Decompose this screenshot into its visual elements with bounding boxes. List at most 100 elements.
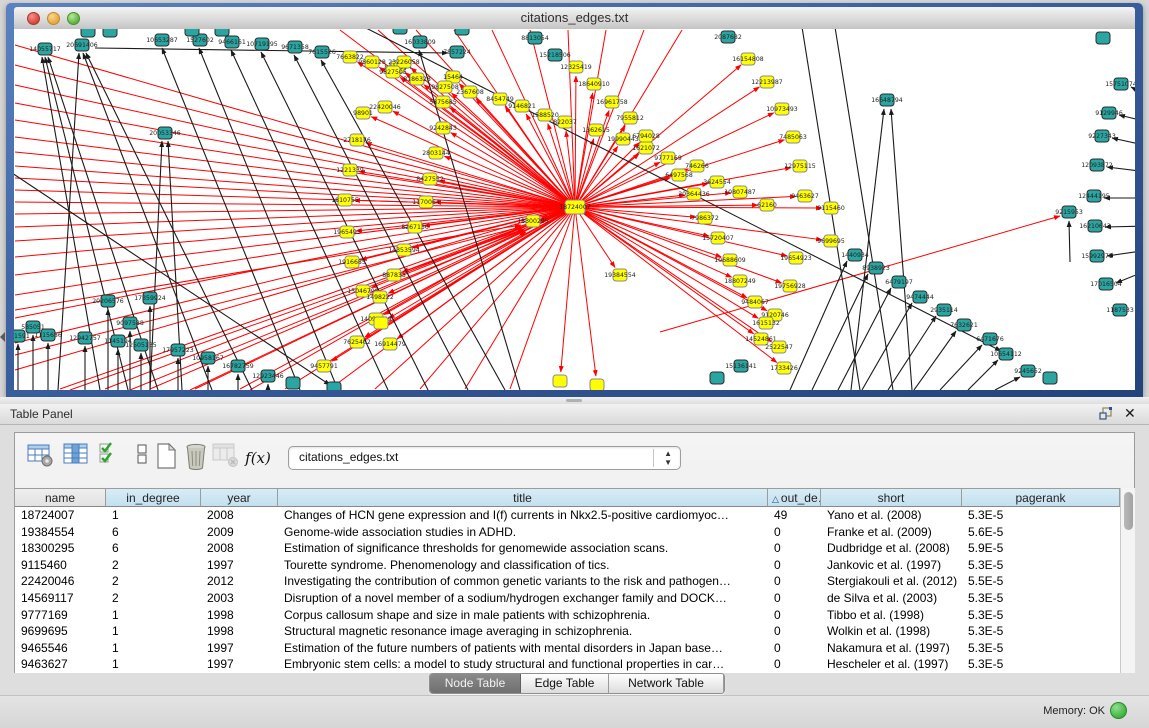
graph-node[interactable]: 17957223 (162, 344, 194, 356)
cell-pagerank[interactable]: 5.3E-5 (962, 590, 1120, 607)
table-row[interactable]: 1830029562008Estimation of significance … (15, 540, 1120, 557)
graph-node[interactable]: 10653287 (146, 34, 178, 46)
graph-node[interactable]: 10654112 (990, 348, 1022, 360)
cell-outde[interactable]: 0 (768, 623, 821, 640)
cell-pagerank[interactable]: 5.3E-5 (962, 607, 1120, 624)
graph-node[interactable]: 15218506 (539, 49, 571, 61)
graph-node-selected[interactable]: 12325419 (560, 61, 592, 73)
cell-outde[interactable]: 0 (768, 656, 821, 673)
cell-outde[interactable]: 0 (768, 557, 821, 574)
delete-column-icon-disabled[interactable] (211, 441, 241, 475)
close-panel-icon[interactable]: ✕ (1124, 405, 1136, 422)
new-table-icon[interactable] (151, 441, 181, 475)
cell-indegree[interactable]: 2 (106, 590, 201, 607)
cell-year[interactable]: 1998 (201, 607, 278, 624)
graph-node[interactable]: 9245652 (1014, 365, 1042, 377)
show-column-icon[interactable] (61, 441, 91, 475)
graph-node-selected[interactable]: 98901 (353, 107, 373, 119)
cell-title[interactable]: Corpus callosum shape and size in male p… (278, 607, 768, 624)
close-window-icon[interactable] (27, 12, 40, 25)
column-header-outde[interactable]: △out_de… (768, 488, 821, 507)
cell-short[interactable]: Hescheler et al. (1997) (821, 656, 962, 673)
cell-short[interactable]: Stergiakouli et al. (2012) (821, 573, 962, 590)
tab-edge-table[interactable]: Edge Table (521, 674, 609, 693)
cell-outde[interactable]: 0 (768, 524, 821, 541)
graph-node[interactable]: 16210643 (1079, 220, 1111, 232)
graph-node-selected[interactable]: 2367608 (456, 86, 484, 98)
cell-year[interactable]: 2008 (201, 507, 278, 524)
select-rows-icon[interactable] (95, 441, 125, 475)
graph-node[interactable] (185, 29, 199, 36)
graph-node-selected[interactable]: 8267130 (401, 221, 429, 233)
graph-node[interactable]: 1440934 (841, 249, 869, 261)
cell-year[interactable]: 1998 (201, 623, 278, 640)
graph-node-selected[interactable]: 22420046 (369, 101, 401, 113)
cell-year[interactable]: 2003 (201, 590, 278, 607)
column-header-short[interactable]: short (821, 488, 962, 507)
cell-pagerank[interactable]: 5.9E-5 (962, 540, 1120, 557)
graph-node-selected[interactable]: 16961758 (596, 96, 628, 108)
vertical-scrollbar[interactable] (1120, 488, 1135, 673)
cell-short[interactable]: Nakamura et al. (1997) (821, 640, 962, 657)
graph-node[interactable]: 8813054 (521, 32, 549, 44)
table-row[interactable]: 1938455462009Genome-wide association stu… (15, 524, 1120, 541)
table-row[interactable]: 2242004622012Investigating the contribut… (15, 573, 1120, 590)
graph-node-selected[interactable] (374, 317, 388, 329)
network-canvas[interactable]: 1872400718300295193845547663822986012889… (14, 29, 1135, 390)
cell-indegree[interactable]: 1 (106, 656, 201, 673)
graph-node[interactable]: 9097588 (116, 317, 144, 329)
column-header-indegree[interactable]: in_degree (106, 488, 201, 507)
cell-outde[interactable]: 0 (768, 607, 821, 624)
cell-outde[interactable]: 49 (768, 507, 821, 524)
table-row[interactable]: 946362711997Embryonic stem cells: a mode… (15, 656, 1120, 673)
cell-outde[interactable]: 0 (768, 590, 821, 607)
graph-node-selected[interactable] (590, 379, 604, 390)
graph-node[interactable]: 14055717 (29, 43, 61, 55)
graph-node-selected[interactable]: 10807487 (724, 186, 756, 198)
graph-node-selected[interactable]: 2718176 (343, 134, 371, 146)
graph-node[interactable]: 9227343 (1088, 130, 1116, 142)
west-panel-collapse-icon[interactable] (0, 332, 5, 342)
graph-node[interactable] (81, 29, 95, 37)
graph-node[interactable]: 15992971 (1081, 250, 1113, 262)
cell-name[interactable]: 22420046 (15, 573, 106, 590)
graph-node[interactable] (327, 382, 341, 390)
tab-network-table[interactable]: Network Table (609, 674, 724, 693)
float-window-icon[interactable] (1099, 407, 1113, 420)
graph-node[interactable]: 7615526 (308, 46, 336, 58)
graph-node[interactable]: 6471676 (976, 333, 1004, 345)
cell-year[interactable]: 2012 (201, 573, 278, 590)
graph-node[interactable]: 12444195 (1078, 190, 1110, 202)
cell-short[interactable]: Dudbridge et al. (2008) (821, 540, 962, 557)
table-row[interactable]: 1872400712008Changes of HCN gene express… (15, 507, 1120, 524)
graph-node[interactable]: 12093872 (1081, 159, 1113, 171)
graph-node[interactable]: 16648794 (871, 94, 903, 106)
citation-network-graph[interactable]: 1872400718300295193845547663822986012889… (14, 29, 1135, 390)
divider-handle-icon[interactable] (566, 399, 582, 402)
graph-node-selected[interactable]: 7986372 (691, 212, 719, 224)
cell-short[interactable]: Wolkin et al. (1998) (821, 623, 962, 640)
cell-short[interactable]: Jankovic et al. (1997) (821, 557, 962, 574)
table-select-dropdown[interactable]: citations_edges.txt ▲▼ (288, 446, 681, 470)
graph-node-selected[interactable]: 12213987 (751, 76, 783, 88)
graph-node[interactable] (1096, 32, 1110, 44)
graph-node[interactable]: 1187533 (1106, 304, 1134, 316)
cell-name[interactable]: 9699695 (15, 623, 106, 640)
graph-node[interactable] (710, 372, 724, 384)
graph-node-selected[interactable]: 1221339 (336, 164, 364, 176)
cell-title[interactable]: Changes of HCN gene expression and I(f) … (278, 507, 768, 524)
cell-year[interactable]: 1997 (201, 557, 278, 574)
tab-node-table[interactable]: Node Table (430, 674, 521, 693)
graph-node[interactable]: 9129946 (1095, 107, 1123, 119)
table-row[interactable]: 946554611997Estimation of the future num… (15, 640, 1120, 657)
cell-indegree[interactable]: 6 (106, 524, 201, 541)
graph-node[interactable]: 9466161 (218, 36, 246, 48)
graph-node[interactable]: 20691406 (66, 39, 98, 51)
graph-node-selected[interactable]: 1916685 (338, 256, 366, 268)
cell-title[interactable]: Genome-wide association studies in ADHD. (278, 524, 768, 541)
graph-node[interactable] (215, 29, 229, 36)
table-row[interactable]: 969969511998Structural magnetic resonanc… (15, 623, 1120, 640)
graph-node-selected[interactable]: 7485063 (779, 131, 807, 143)
graph-node[interactable]: 9474444 (906, 291, 934, 303)
table-row[interactable]: 1456911722003Disruption of a novel membe… (15, 590, 1120, 607)
